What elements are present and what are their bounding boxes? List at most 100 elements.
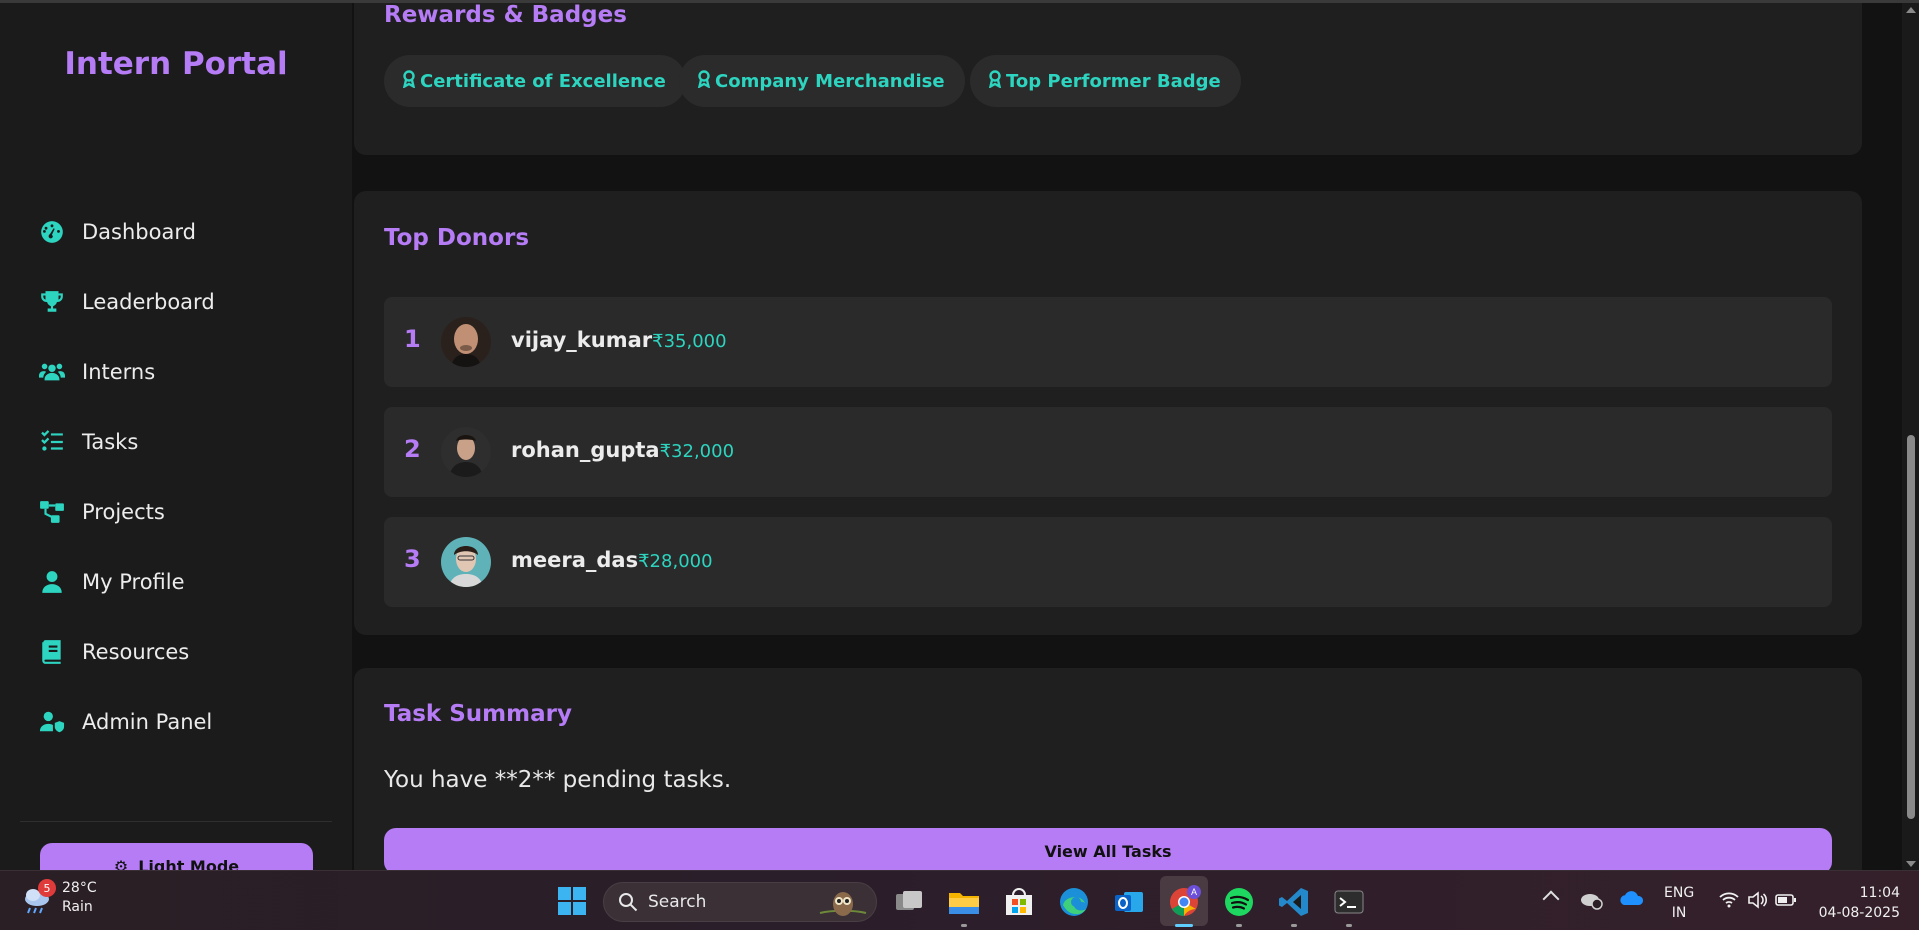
spotify-icon[interactable] [1222, 885, 1256, 919]
task-summary-title: Task Summary [384, 701, 572, 727]
scroll-down-arrow-icon[interactable] [1906, 861, 1916, 867]
sidebar-item-label: My Profile [82, 570, 185, 594]
sidebar-nav: Dashboard Leaderboard Interns Tasks Proj… [0, 197, 352, 757]
donor-row[interactable]: 3 meera_das₹28,000 [384, 517, 1832, 607]
cloud-sync-icon[interactable] [1578, 886, 1604, 912]
badge-merchandise[interactable]: Company Merchandise [679, 55, 965, 107]
app-indicator [1346, 924, 1352, 927]
list-check-icon [38, 428, 66, 456]
view-all-tasks-button[interactable]: View All Tasks [384, 828, 1832, 873]
weather-temp: 28°C [62, 880, 97, 896]
volume-icon[interactable] [1746, 889, 1768, 911]
donor-rank: 2 [404, 435, 421, 463]
badge-certificate[interactable]: Certificate of Excellence [384, 55, 686, 107]
donor-name: rohan_gupta₹32,000 [511, 438, 734, 462]
avatar [441, 427, 491, 477]
award-icon [988, 69, 1002, 93]
task-view-icon[interactable] [892, 885, 926, 919]
book-icon [38, 638, 66, 666]
sidebar-item-dashboard[interactable]: Dashboard [0, 197, 352, 267]
chrome-browser-icon[interactable]: A [1167, 885, 1201, 919]
badge-label: Top Performer Badge [1006, 70, 1221, 92]
wifi-icon[interactable] [1718, 889, 1740, 911]
donor-username: meera_das [511, 548, 639, 572]
trophy-icon [38, 288, 66, 316]
active-app-indicator [1175, 924, 1193, 927]
app-window: Intern Portal Dashboard Leaderboard Inte… [0, 0, 1919, 887]
users-icon [38, 358, 66, 386]
weather-widget[interactable]: 5 28°C Rain [20, 879, 97, 917]
app-indicator [961, 924, 967, 927]
battery-icon[interactable] [1774, 889, 1798, 911]
sidebar-item-my-profile[interactable]: My Profile [0, 547, 352, 617]
task-summary-text: You have **2** pending tasks. [384, 767, 732, 793]
top-donors-title: Top Donors [384, 225, 530, 251]
system-clock[interactable]: 11:04 04-08-2025 [1815, 883, 1900, 923]
weather-badge: 5 [38, 879, 56, 897]
taskbar: 5 28°C Rain Search A ENG IN 11:04 04-08-… [0, 870, 1919, 930]
badge-label: Company Merchandise [715, 70, 945, 92]
sidebar-item-resources[interactable]: Resources [0, 617, 352, 687]
scrollbar[interactable] [1902, 3, 1919, 873]
donor-rank: 1 [404, 325, 421, 353]
donor-rank: 3 [404, 545, 421, 573]
sidebar-item-admin-panel[interactable]: Admin Panel [0, 687, 352, 757]
search-icon [619, 893, 638, 912]
award-icon [697, 69, 711, 93]
vscode-icon[interactable] [1277, 885, 1311, 919]
main-content: Rewards & Badges Certificate of Excellen… [352, 3, 1902, 873]
donor-amount: ₹28,000 [638, 551, 713, 572]
badge-top-performer[interactable]: Top Performer Badge [970, 55, 1241, 107]
search-placeholder: Search [648, 892, 707, 912]
sidebar: Intern Portal Dashboard Leaderboard Inte… [0, 3, 352, 887]
region-code: IN [1671, 905, 1687, 921]
sidebar-item-label: Interns [82, 360, 156, 384]
app-indicator [1236, 924, 1242, 927]
donor-username: vijay_kumar [511, 328, 653, 352]
sidebar-divider [20, 821, 332, 822]
sidebar-item-leaderboard[interactable]: Leaderboard [0, 267, 352, 337]
chrome-profile-badge: A [1191, 887, 1197, 897]
top-donors-card: Top Donors 1 vijay_kumar₹35,000 2 rohan_… [354, 191, 1862, 635]
donor-row[interactable]: 2 rohan_gupta₹32,000 [384, 407, 1832, 497]
sidebar-item-label: Leaderboard [82, 290, 215, 314]
scroll-up-arrow-icon[interactable] [1906, 7, 1916, 13]
app-indicator [1291, 924, 1297, 927]
avatar [441, 537, 491, 587]
badge-label: Certificate of Excellence [420, 70, 666, 92]
edge-browser-icon[interactable] [1057, 885, 1091, 919]
weather-desc: Rain [62, 899, 93, 915]
language-code: ENG [1664, 885, 1695, 901]
donor-amount: ₹35,000 [652, 331, 727, 352]
sidebar-item-interns[interactable]: Interns [0, 337, 352, 407]
donor-username: rohan_gupta [511, 438, 660, 462]
donor-row[interactable]: 1 vijay_kumar₹35,000 [384, 297, 1832, 387]
terminal-icon[interactable] [1332, 885, 1366, 919]
taskbar-search-input[interactable]: Search [603, 882, 877, 922]
donor-name: vijay_kumar₹35,000 [511, 328, 727, 352]
scrollbar-thumb[interactable] [1907, 435, 1915, 819]
file-explorer-icon[interactable] [947, 885, 981, 919]
microsoft-store-icon[interactable] [1002, 885, 1036, 919]
onedrive-icon[interactable] [1619, 888, 1645, 910]
weather-rain-icon: 5 [20, 879, 56, 915]
sidebar-item-projects[interactable]: Projects [0, 477, 352, 547]
clock-time: 11:04 [1859, 885, 1900, 901]
donor-amount: ₹32,000 [659, 441, 735, 462]
sidebar-item-label: Projects [82, 500, 165, 524]
user-shield-icon [38, 708, 66, 736]
chevron-up-icon[interactable] [1542, 890, 1560, 908]
windows-start-icon[interactable] [557, 886, 587, 916]
donor-name: meera_das₹28,000 [511, 548, 713, 572]
user-icon [38, 568, 66, 596]
sidebar-item-label: Dashboard [82, 220, 196, 244]
diagram-icon [38, 498, 66, 526]
sidebar-item-label: Resources [82, 640, 190, 664]
sidebar-item-label: Admin Panel [82, 710, 213, 734]
sidebar-item-tasks[interactable]: Tasks [0, 407, 352, 477]
rewards-card: Rewards & Badges Certificate of Excellen… [354, 3, 1862, 155]
outlook-icon[interactable] [1112, 885, 1146, 919]
gauge-icon [38, 218, 66, 246]
language-indicator[interactable]: ENG IN [1664, 883, 1694, 923]
task-summary-card: Task Summary You have **2** pending task… [354, 668, 1862, 873]
